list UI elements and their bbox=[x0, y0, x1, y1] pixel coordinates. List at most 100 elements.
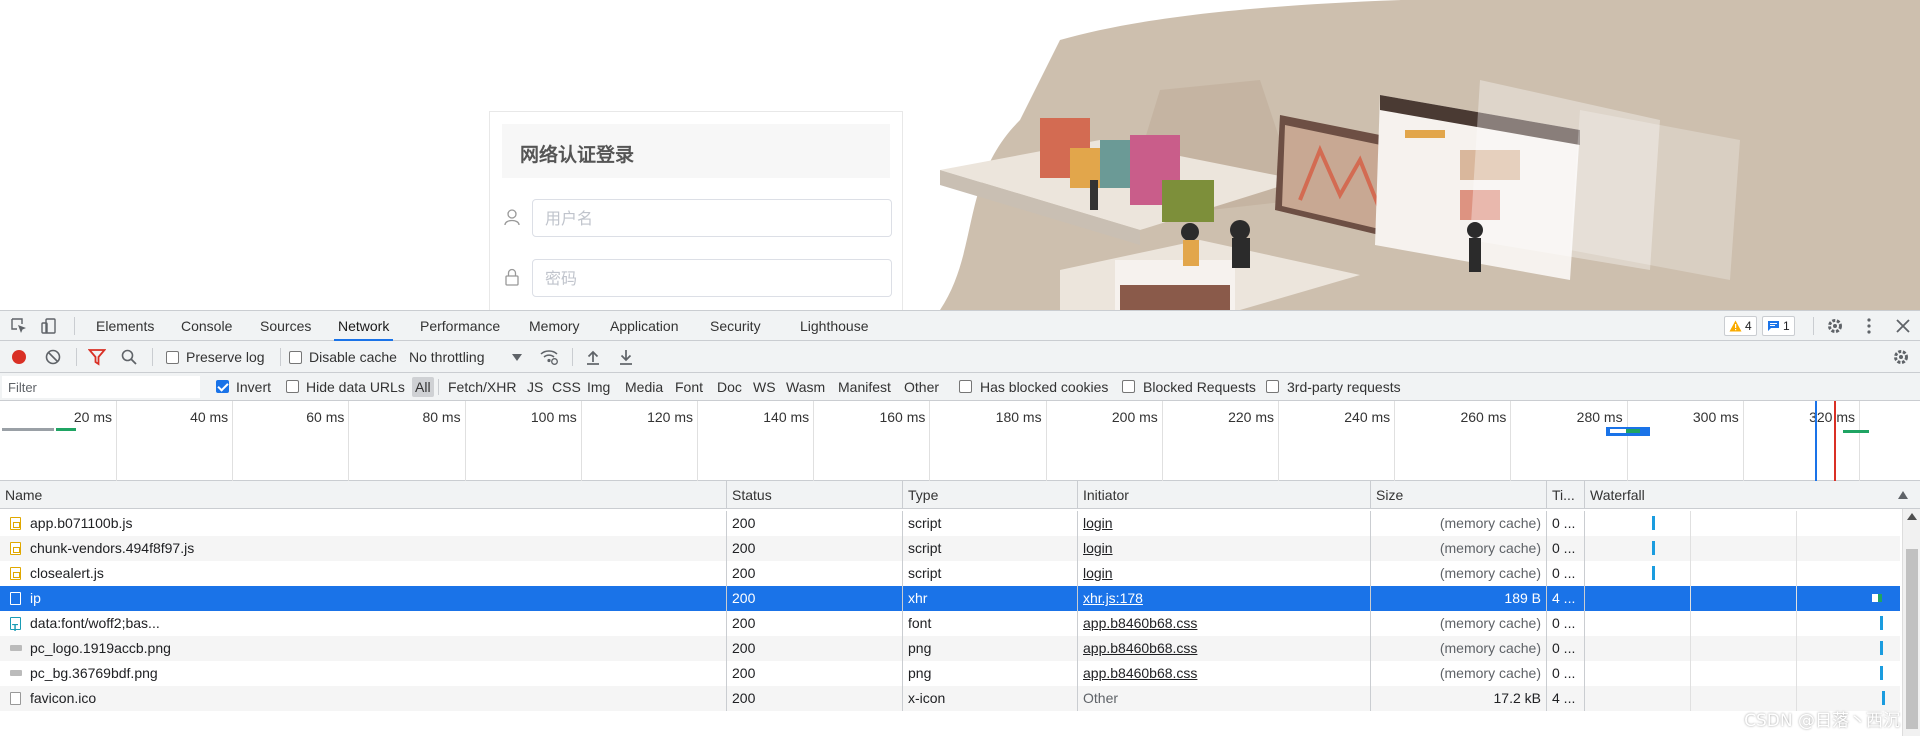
export-har-icon[interactable] bbox=[617, 348, 635, 366]
table-row[interactable]: chunk-vendors.494f8f97.js 200 script login (… bbox=[0, 536, 1900, 561]
table-row[interactable]: ip 200 xhr xhr.js:178 189 B 4 ... bbox=[0, 586, 1900, 611]
disable-cache-checkbox[interactable] bbox=[289, 351, 302, 364]
filter-type-img[interactable]: Img bbox=[584, 377, 613, 397]
tab-security[interactable]: Security bbox=[706, 311, 765, 341]
timeline-gridline bbox=[116, 401, 117, 481]
vertical-scrollbar[interactable] bbox=[1902, 509, 1920, 736]
table-row[interactable]: pc_logo.1919accb.png 200 png app.b8460b68.c… bbox=[0, 636, 1900, 661]
waterfall-gridline bbox=[1690, 686, 1691, 711]
tab-performance[interactable]: Performance bbox=[416, 311, 504, 341]
scroll-up-icon[interactable] bbox=[1907, 513, 1917, 520]
filter-type-wasm[interactable]: Wasm bbox=[783, 377, 828, 397]
cell-text: (memory cache) bbox=[1439, 565, 1541, 581]
cell-text[interactable]: app.b8460b68.css bbox=[1083, 665, 1197, 681]
table-row[interactable]: closealert.js 200 script login (memory cache… bbox=[0, 561, 1900, 586]
cell-type: script bbox=[903, 561, 1078, 586]
filter-type-other[interactable]: Other bbox=[901, 377, 942, 397]
filter-funnel-icon[interactable] bbox=[88, 348, 106, 366]
cell-initiator[interactable]: login bbox=[1078, 561, 1371, 586]
cell-text[interactable]: login bbox=[1083, 565, 1113, 581]
filter-input[interactable] bbox=[2, 376, 200, 398]
import-har-icon[interactable] bbox=[584, 348, 602, 366]
cell-text: pc_bg.36769bdf.png bbox=[30, 665, 158, 681]
waterfall-gridline bbox=[1796, 636, 1797, 661]
tab-elements[interactable]: Elements bbox=[92, 311, 158, 341]
third-party-checkbox[interactable] bbox=[1266, 380, 1279, 393]
column-name[interactable]: Name bbox=[0, 481, 727, 509]
cell-initiator[interactable]: xhr.js:178 bbox=[1078, 586, 1371, 611]
network-conditions-icon[interactable] bbox=[540, 348, 558, 366]
close-icon[interactable] bbox=[1894, 317, 1912, 335]
password-input[interactable] bbox=[532, 259, 892, 297]
waterfall-gridline bbox=[1690, 511, 1691, 536]
scrollbar-thumb[interactable] bbox=[1906, 549, 1918, 729]
filter-type-all[interactable]: All bbox=[412, 377, 434, 397]
table-row[interactable]: data:font/woff2;bas... 200 font app.b8460b6… bbox=[0, 611, 1900, 636]
record-icon[interactable] bbox=[10, 348, 28, 366]
cell-text[interactable]: xhr.js:178 bbox=[1083, 590, 1143, 606]
filter-type-manifest[interactable]: Manifest bbox=[835, 377, 894, 397]
sort-ascending-icon[interactable] bbox=[1898, 491, 1908, 499]
tab-lighthouse[interactable]: Lighthouse bbox=[796, 311, 873, 341]
column-type[interactable]: Type bbox=[903, 481, 1078, 509]
cell-text: 0 ... bbox=[1552, 540, 1576, 556]
cell-initiator[interactable]: login bbox=[1078, 536, 1371, 561]
filter-type-font[interactable]: Font bbox=[672, 377, 706, 397]
column-waterfall[interactable]: Waterfall bbox=[1585, 481, 1902, 509]
column-status[interactable]: Status bbox=[727, 481, 903, 509]
messages-badge[interactable]: 1 bbox=[1762, 316, 1795, 336]
invert-checkbox[interactable] bbox=[216, 380, 229, 393]
blocked-requests-label: Blocked Requests bbox=[1143, 379, 1256, 395]
cell-initiator[interactable]: app.b8460b68.css bbox=[1078, 661, 1371, 686]
inspect-element-icon[interactable] bbox=[10, 317, 28, 335]
cell-text[interactable]: app.b8460b68.css bbox=[1083, 615, 1197, 631]
cell-initiator[interactable]: login bbox=[1078, 511, 1371, 536]
filter-type-media[interactable]: Media bbox=[622, 377, 666, 397]
cell-text[interactable]: app.b8460b68.css bbox=[1083, 640, 1197, 656]
table-row[interactable]: favicon.ico 200 x-icon Other 17.2 kB 4 ... bbox=[0, 686, 1900, 711]
filter-type-doc[interactable]: Doc bbox=[714, 377, 745, 397]
network-settings-gear-icon[interactable] bbox=[1892, 348, 1910, 366]
filter-type-ws[interactable]: WS bbox=[750, 377, 779, 397]
throttling-select[interactable]: No throttling bbox=[409, 349, 484, 365]
cell-text: 0 ... bbox=[1552, 515, 1576, 531]
waterfall-bar bbox=[1880, 641, 1883, 655]
cell-initiator[interactable]: app.b8460b68.css bbox=[1078, 636, 1371, 661]
blocked-requests-checkbox[interactable] bbox=[1122, 380, 1135, 393]
cell-text[interactable]: login bbox=[1083, 515, 1113, 531]
clear-icon[interactable] bbox=[44, 348, 62, 366]
column-size[interactable]: Size bbox=[1371, 481, 1547, 509]
device-toolbar-icon[interactable] bbox=[40, 317, 58, 335]
hide-data-urls-checkbox[interactable] bbox=[286, 380, 299, 393]
cell-waterfall bbox=[1585, 536, 1902, 561]
overview-timeline[interactable]: 20 ms 40 ms 60 ms 80 ms 100 ms 120 ms 140 ms 16… bbox=[0, 401, 1920, 481]
table-row[interactable]: app.b071100b.js 200 script login (memory cac… bbox=[0, 511, 1900, 536]
cell-initiator[interactable]: app.b8460b68.css bbox=[1078, 611, 1371, 636]
filter-type-fetch-xhr[interactable]: Fetch/XHR bbox=[445, 377, 519, 397]
settings-gear-icon[interactable] bbox=[1826, 317, 1844, 335]
column-time[interactable]: Ti... bbox=[1547, 481, 1585, 509]
cell-text[interactable]: login bbox=[1083, 540, 1113, 556]
table-row[interactable]: pc_bg.36769bdf.png 200 png app.b8460b68.css… bbox=[0, 661, 1900, 686]
preserve-log-checkbox[interactable] bbox=[166, 351, 179, 364]
filter-type-css[interactable]: CSS bbox=[549, 377, 584, 397]
cell-initiator[interactable]: Other bbox=[1078, 686, 1371, 711]
tab-memory[interactable]: Memory bbox=[525, 311, 584, 341]
search-icon[interactable] bbox=[120, 348, 138, 366]
tab-application[interactable]: Application bbox=[606, 311, 683, 341]
tab-network[interactable]: Network bbox=[334, 311, 394, 341]
cell-status: 200 bbox=[727, 511, 903, 536]
cell-text: 0 ... bbox=[1552, 665, 1576, 681]
chevron-down-icon[interactable] bbox=[512, 354, 522, 361]
has-blocked-cookies-label: Has blocked cookies bbox=[980, 379, 1109, 395]
has-blocked-cookies-checkbox[interactable] bbox=[959, 380, 972, 393]
cell-size: (memory cache) bbox=[1371, 561, 1547, 586]
warnings-badge[interactable]: 4 bbox=[1724, 316, 1757, 336]
tab-sources[interactable]: Sources bbox=[256, 311, 315, 341]
filter-type-js[interactable]: JS bbox=[524, 377, 546, 397]
username-input[interactable] bbox=[532, 199, 892, 237]
column-initiator[interactable]: Initiator bbox=[1078, 481, 1371, 509]
more-options-icon[interactable] bbox=[1860, 317, 1878, 335]
tab-console[interactable]: Console bbox=[177, 311, 236, 341]
cell-text: 17.2 kB bbox=[1493, 690, 1541, 706]
